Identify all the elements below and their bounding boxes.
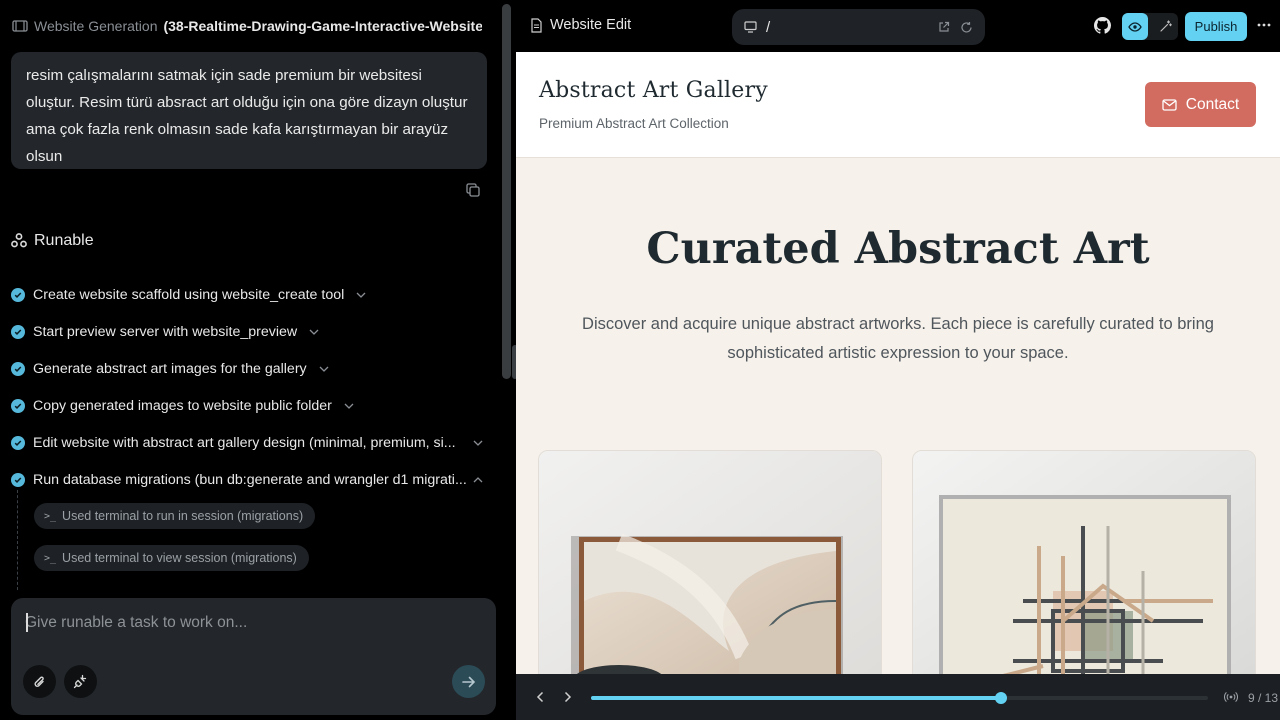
- chat-panel: Website Generation (38-Realtime-Drawing-…: [0, 0, 514, 720]
- refresh-icon[interactable]: [959, 20, 973, 34]
- url-path[interactable]: /: [766, 19, 929, 36]
- progress-knob[interactable]: [995, 692, 1008, 704]
- task-item[interactable]: Create website scaffold using website_cr…: [0, 276, 500, 313]
- artwork-image: [913, 451, 1255, 674]
- check-icon: [11, 398, 25, 413]
- send-button[interactable]: [452, 665, 485, 698]
- preview-title: Website Edit: [550, 17, 632, 33]
- check-icon: [11, 435, 25, 450]
- url-bar[interactable]: /: [732, 9, 985, 45]
- tool-call-label: Used terminal to view session (migration…: [62, 551, 297, 565]
- composer: [11, 598, 496, 715]
- site-header: Abstract Art Gallery Premium Abstract Ar…: [516, 52, 1280, 158]
- artwork-card[interactable]: [912, 450, 1256, 674]
- site-subtitle: Premium Abstract Art Collection: [539, 116, 729, 131]
- plug-icon: [73, 674, 88, 689]
- terminal-icon: >_: [44, 510, 57, 522]
- chevron-left-icon[interactable]: [533, 690, 547, 704]
- document-icon: [530, 17, 543, 33]
- task-label: Create website scaffold using website_cr…: [33, 286, 345, 303]
- chevron-down-icon[interactable]: [356, 290, 366, 300]
- assistant-name: Runable: [34, 232, 94, 249]
- task-label: Start preview server with website_previe…: [33, 323, 298, 340]
- monitor-icon: [744, 21, 757, 33]
- task-label: Run database migrations (bun db:generate…: [33, 471, 467, 488]
- session-header: Website Generation (38-Realtime-Drawing-…: [12, 18, 482, 34]
- task-input[interactable]: [25, 612, 475, 634]
- chevron-up-icon[interactable]: [473, 475, 483, 485]
- chevron-down-icon[interactable]: [344, 401, 354, 411]
- external-link-icon[interactable]: [937, 20, 951, 34]
- copy-icon[interactable]: [465, 182, 483, 200]
- user-message: resim çalışmalarını satmak için sade pre…: [11, 52, 487, 169]
- more-icon[interactable]: [1256, 17, 1272, 33]
- task-label: Copy generated images to website public …: [33, 397, 332, 414]
- broadcast-icon: [1224, 690, 1238, 704]
- task-item[interactable]: Run database migrations (bun db:generate…: [0, 461, 500, 498]
- check-icon: [11, 324, 25, 339]
- artwork-card[interactable]: [538, 450, 882, 674]
- step-counter: 9 / 13: [1248, 691, 1279, 705]
- preview-mode-button[interactable]: [1122, 13, 1148, 40]
- runable-logo-icon: [11, 233, 27, 249]
- task-item[interactable]: Start preview server with website_previe…: [0, 313, 500, 350]
- eye-icon: [1128, 21, 1142, 32]
- preview-panel: Website Edit / Publish Abstract Art Gall…: [516, 0, 1280, 720]
- chevron-right-icon[interactable]: [561, 690, 575, 704]
- text-caret: [26, 613, 28, 632]
- check-icon: [11, 472, 25, 487]
- attach-button[interactable]: [23, 665, 56, 698]
- paperclip-icon: [33, 674, 47, 690]
- progress-slider[interactable]: [591, 692, 1208, 704]
- hero-subtitle: Discover and acquire unique abstract art…: [582, 315, 1214, 362]
- publish-button[interactable]: Publish: [1185, 12, 1247, 41]
- hero-title: Curated Abstract Art: [646, 224, 1150, 274]
- github-icon[interactable]: [1094, 17, 1111, 34]
- scrollbar-thumb[interactable]: [502, 4, 511, 379]
- progress-fill: [591, 696, 1002, 700]
- website-preview: Abstract Art Gallery Premium Abstract Ar…: [516, 52, 1280, 674]
- site-title[interactable]: Abstract Art Gallery: [539, 78, 768, 103]
- project-name: (38-Realtime-Drawing-Game-Interactive-We…: [163, 18, 482, 34]
- chevron-down-icon[interactable]: [473, 438, 483, 448]
- section-label: Website Generation: [34, 18, 158, 34]
- chevron-down-icon[interactable]: [319, 364, 329, 374]
- terminal-icon: >_: [44, 552, 57, 564]
- task-list: Create website scaffold using website_cr…: [0, 276, 500, 498]
- task-item[interactable]: Edit website with abstract art gallery d…: [0, 424, 500, 461]
- timeline-line: [17, 490, 18, 590]
- task-label: Edit website with abstract art gallery d…: [33, 434, 456, 451]
- artwork-image: [539, 451, 881, 674]
- preview-header: Website Edit: [530, 17, 631, 33]
- contact-label: Contact: [1185, 95, 1240, 113]
- arrow-right-icon: [461, 676, 476, 688]
- contact-button[interactable]: Contact: [1145, 82, 1256, 127]
- task-item[interactable]: Generate abstract art images for the gal…: [0, 350, 500, 387]
- task-item[interactable]: Copy generated images to website public …: [0, 387, 500, 424]
- integrations-button[interactable]: [64, 665, 97, 698]
- film-icon: [12, 20, 28, 32]
- tool-call-pill[interactable]: >_ Used terminal to view session (migrat…: [34, 545, 309, 571]
- playback-bar: 9 / 13: [516, 674, 1280, 720]
- magic-wand-icon: [1159, 20, 1172, 33]
- tool-call-pill[interactable]: >_ Used terminal to run in session (migr…: [34, 503, 316, 529]
- chevron-down-icon[interactable]: [309, 327, 319, 337]
- mail-icon: [1162, 98, 1177, 111]
- check-icon: [11, 287, 25, 302]
- assistant-header: Runable: [11, 232, 94, 250]
- check-icon: [11, 361, 25, 376]
- edit-mode-button[interactable]: [1152, 13, 1178, 40]
- task-label: Generate abstract art images for the gal…: [33, 360, 307, 377]
- tool-call-label: Used terminal to run in session (migrati…: [62, 509, 304, 523]
- view-mode-toggle[interactable]: [1122, 13, 1178, 40]
